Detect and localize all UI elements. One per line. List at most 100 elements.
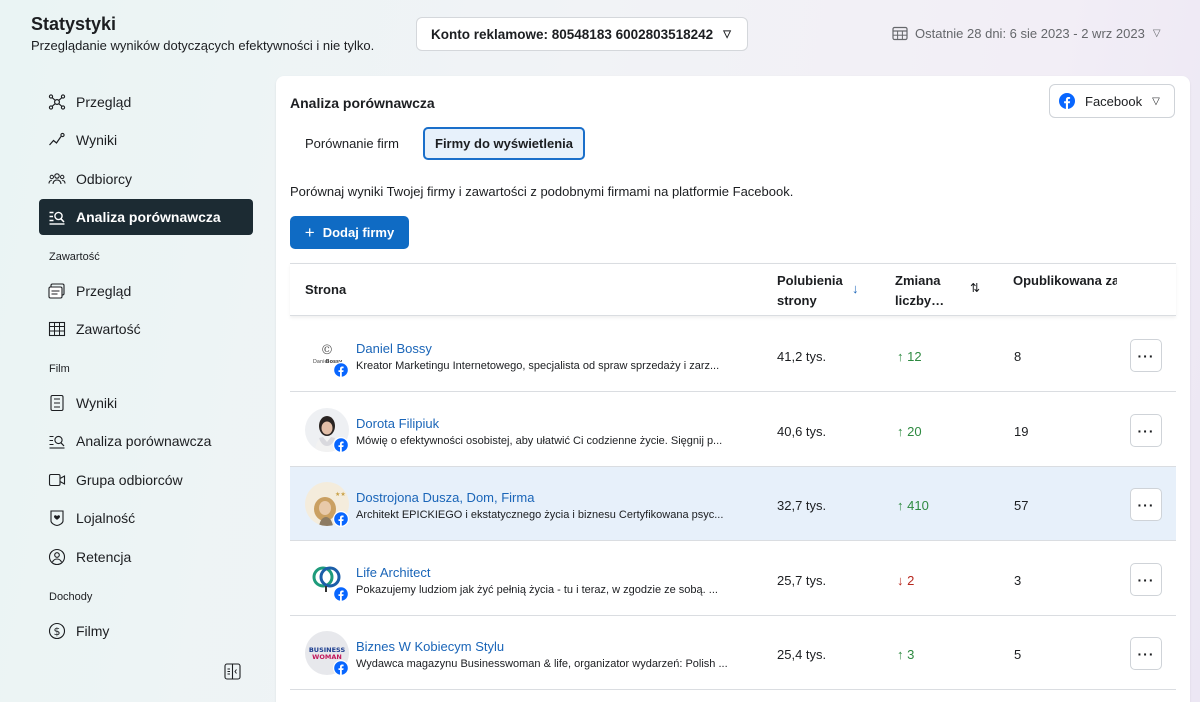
benchmark-description: Porównaj wyniki Twojej firmy i zawartośc…	[290, 184, 794, 199]
page-subtitle: Przeglądanie wyników dotyczących efektyw…	[31, 38, 375, 53]
svg-text:©: ©	[321, 343, 334, 358]
sidebar-item-label: Przegląd	[76, 283, 132, 299]
table-row[interactable]: Life Architect Pokazujemy ludziom jak ży…	[290, 542, 1176, 616]
sidebar-section-income: Dochody	[49, 591, 93, 603]
table-header: Strona Polubienia strony ↓ Zmiana liczby…	[290, 263, 1176, 316]
page-likes-value: 41,2 tys.	[777, 349, 827, 364]
more-options-button[interactable]: ···	[1130, 637, 1162, 670]
sidebar-item-content[interactable]: Zawartość	[39, 311, 253, 347]
sidebar-item-label: Analiza porównawcza	[76, 433, 212, 449]
column-header-page[interactable]: Strona	[305, 280, 346, 300]
likes-change-value: ↑ 410	[897, 498, 929, 513]
sidebar-item-retention[interactable]: Retencja	[39, 539, 253, 575]
page-likes-value: 40,6 tys.	[777, 424, 827, 439]
facebook-icon	[333, 362, 349, 378]
sort-toggle-icon[interactable]: ⇅	[970, 281, 980, 295]
calendar-icon	[892, 26, 908, 41]
likes-change-value: ↑ 20	[897, 424, 922, 439]
benchmark-icon	[49, 211, 65, 225]
network-icon	[48, 94, 66, 110]
likes-change-value: ↓ 2	[897, 573, 915, 588]
published-content-value: 19	[1014, 424, 1029, 439]
sidebar-item-results[interactable]: Wyniki	[39, 122, 253, 158]
table-row[interactable]: ★★ Dostrojona Dusza, Dom, Firma Architek…	[290, 467, 1176, 541]
tab-companies-to-display[interactable]: Firmy do wyświetlenia	[423, 127, 585, 160]
company-description: Mówię o efektywności osobistej, aby ułat…	[356, 435, 723, 447]
add-companies-label: Dodaj firmy	[322, 225, 395, 240]
sidebar-item-label: Lojalność	[76, 510, 136, 526]
column-header-published[interactable]: Opublikowana zawartość	[1013, 271, 1117, 291]
platform-dropdown[interactable]: Facebook ▽	[1049, 84, 1175, 118]
column-header-change[interactable]: Zmiana liczby…	[895, 271, 953, 311]
sidebar-item-content-overview[interactable]: Przegląd	[39, 273, 253, 309]
ad-account-label: Konto reklamowe: 80548183 6002803518242	[431, 26, 714, 42]
sidebar-item-label: Wyniki	[76, 395, 118, 411]
page-likes-value: 32,7 tys.	[777, 498, 827, 513]
company-description: Architekt EPICKIEGO i ekstatycznego życi…	[356, 509, 724, 521]
published-content-value: 57	[1014, 498, 1029, 513]
tab-company-comparison[interactable]: Porównanie firm	[295, 127, 409, 160]
retention-icon	[48, 548, 66, 566]
page-title: Statystyki	[31, 14, 117, 34]
more-options-button[interactable]: ···	[1130, 563, 1162, 596]
sidebar-item-audience[interactable]: Odbiorcy	[39, 161, 253, 197]
sidebar-item-label: Wyniki	[76, 132, 118, 148]
company-description: Wydawca magazynu Businesswoman & life, o…	[356, 658, 728, 670]
facebook-icon	[333, 437, 349, 453]
table-icon	[48, 321, 66, 337]
facebook-icon	[333, 660, 349, 676]
page-likes-value: 25,4 tys.	[777, 647, 827, 662]
facebook-icon	[1059, 93, 1075, 109]
loyalty-icon	[50, 510, 64, 527]
add-companies-button[interactable]: + Dodaj firmy	[290, 216, 409, 249]
ad-account-dropdown[interactable]: Konto reklamowe: 80548183 6002803518242 …	[416, 17, 748, 51]
sort-desc-icon[interactable]: ↓	[852, 281, 859, 296]
table-row[interactable]: © Daniel Bossy Daniel Bossy Kreator Market…	[290, 318, 1176, 392]
sidebar-item-films-income[interactable]: $ Filmy	[39, 613, 253, 649]
chevron-down-icon: ▽	[1152, 28, 1161, 39]
platform-label: Facebook	[1085, 93, 1143, 109]
sidebar-item-label: Przegląd	[76, 94, 132, 110]
published-content-value: 5	[1014, 647, 1022, 662]
sidebar-item-audience-group[interactable]: Grupa odbiorców	[39, 462, 253, 498]
published-content-value: 3	[1014, 573, 1022, 588]
date-range-label: Ostatnie 28 dni: 6 sie 2023 - 2 wrz 2023	[915, 26, 1145, 41]
sidebar-item-label: Grupa odbiorców	[76, 472, 183, 488]
sidebar-item-benchmark[interactable]: Analiza porównawcza	[39, 199, 253, 235]
facebook-icon	[333, 586, 349, 602]
chevron-down-icon: ▽	[1152, 95, 1160, 107]
table-row[interactable]: BUSINESS WOMAN Biznes W Kobiecym Stylu Wy…	[290, 616, 1176, 690]
video-icon	[48, 473, 66, 487]
sidebar-item-film-benchmark[interactable]: Analiza porównawcza	[39, 423, 253, 459]
chevron-down-icon: ▽	[723, 28, 731, 40]
people-icon	[48, 173, 66, 185]
film-results-icon	[50, 394, 64, 412]
company-name-link[interactable]: Biznes W Kobiecym Stylu	[356, 639, 504, 654]
more-options-button[interactable]: ···	[1130, 414, 1162, 447]
more-options-button[interactable]: ···	[1130, 488, 1162, 521]
dollar-icon: $	[48, 622, 66, 640]
likes-change-value: ↑ 12	[897, 349, 922, 364]
sidebar-item-label: Zawartość	[76, 321, 141, 337]
sidebar-item-overview[interactable]: Przegląd	[39, 84, 253, 120]
date-range-picker[interactable]: Ostatnie 28 dni: 6 sie 2023 - 2 wrz 2023…	[892, 26, 1161, 41]
company-name-link[interactable]: Dostrojona Dusza, Dom, Firma	[356, 490, 534, 505]
likes-change-value: ↑ 3	[897, 647, 915, 662]
more-options-button[interactable]: ···	[1130, 339, 1162, 372]
svg-text:★★: ★★	[335, 491, 346, 498]
sidebar-item-film-results[interactable]: Wyniki	[39, 385, 253, 421]
sidebar-item-label: Odbiorcy	[76, 171, 133, 187]
trend-line-icon	[49, 132, 65, 146]
benchmark-card: Analiza porównawcza Facebook ▽ Porównani…	[276, 76, 1190, 702]
plus-icon: +	[304, 222, 315, 242]
card-title: Analiza porównawcza	[290, 95, 435, 111]
sidebar-item-loyalty[interactable]: Lojalność	[39, 500, 253, 536]
company-name-link[interactable]: Dorota Filipiuk	[356, 416, 439, 431]
table-row[interactable]: Dorota Filipiuk Mówię o efektywności oso…	[290, 393, 1176, 467]
sidebar-section-content: Zawartość	[49, 251, 100, 263]
column-header-likes[interactable]: Polubienia strony	[777, 271, 852, 311]
sidebar-item-label: Retencja	[76, 549, 132, 565]
company-name-link[interactable]: Daniel Bossy	[356, 341, 432, 356]
company-name-link[interactable]: Life Architect	[356, 565, 430, 580]
collapse-sidebar-icon[interactable]	[224, 663, 241, 680]
